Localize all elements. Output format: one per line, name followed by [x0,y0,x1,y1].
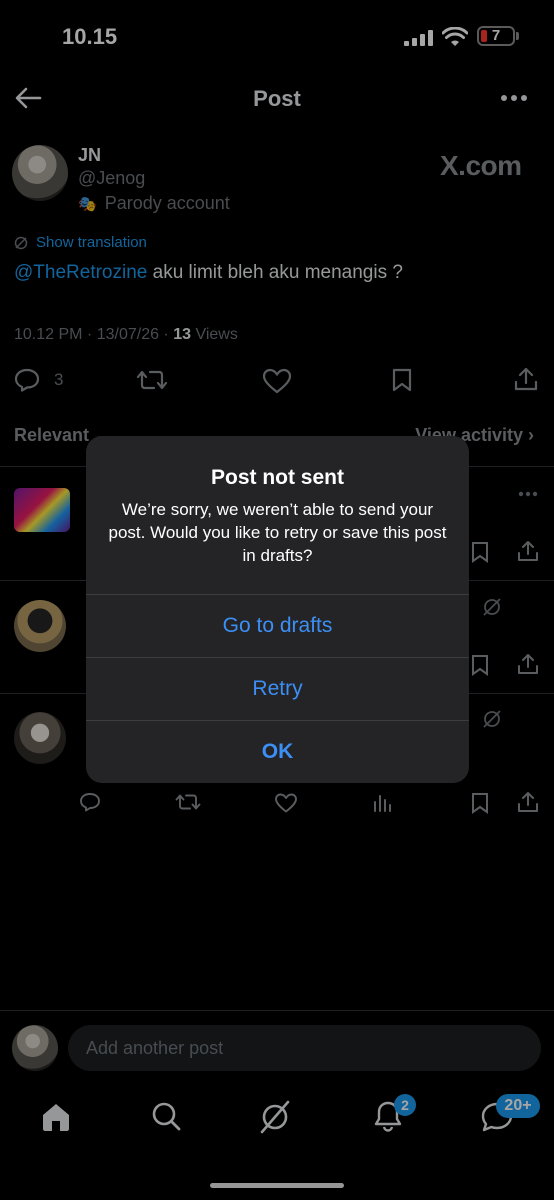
ok-button[interactable]: OK [86,721,469,783]
dialog-title: Post not sent [210,466,344,489]
go-to-drafts-button[interactable]: Go to drafts [86,595,469,657]
retry-button[interactable]: Retry [86,658,469,720]
post-not-sent-dialog: Post not sent We’re sorry, we weren’t ab… [86,436,469,783]
dialog-message: We’re sorry, we weren’t able to send you… [108,500,447,565]
